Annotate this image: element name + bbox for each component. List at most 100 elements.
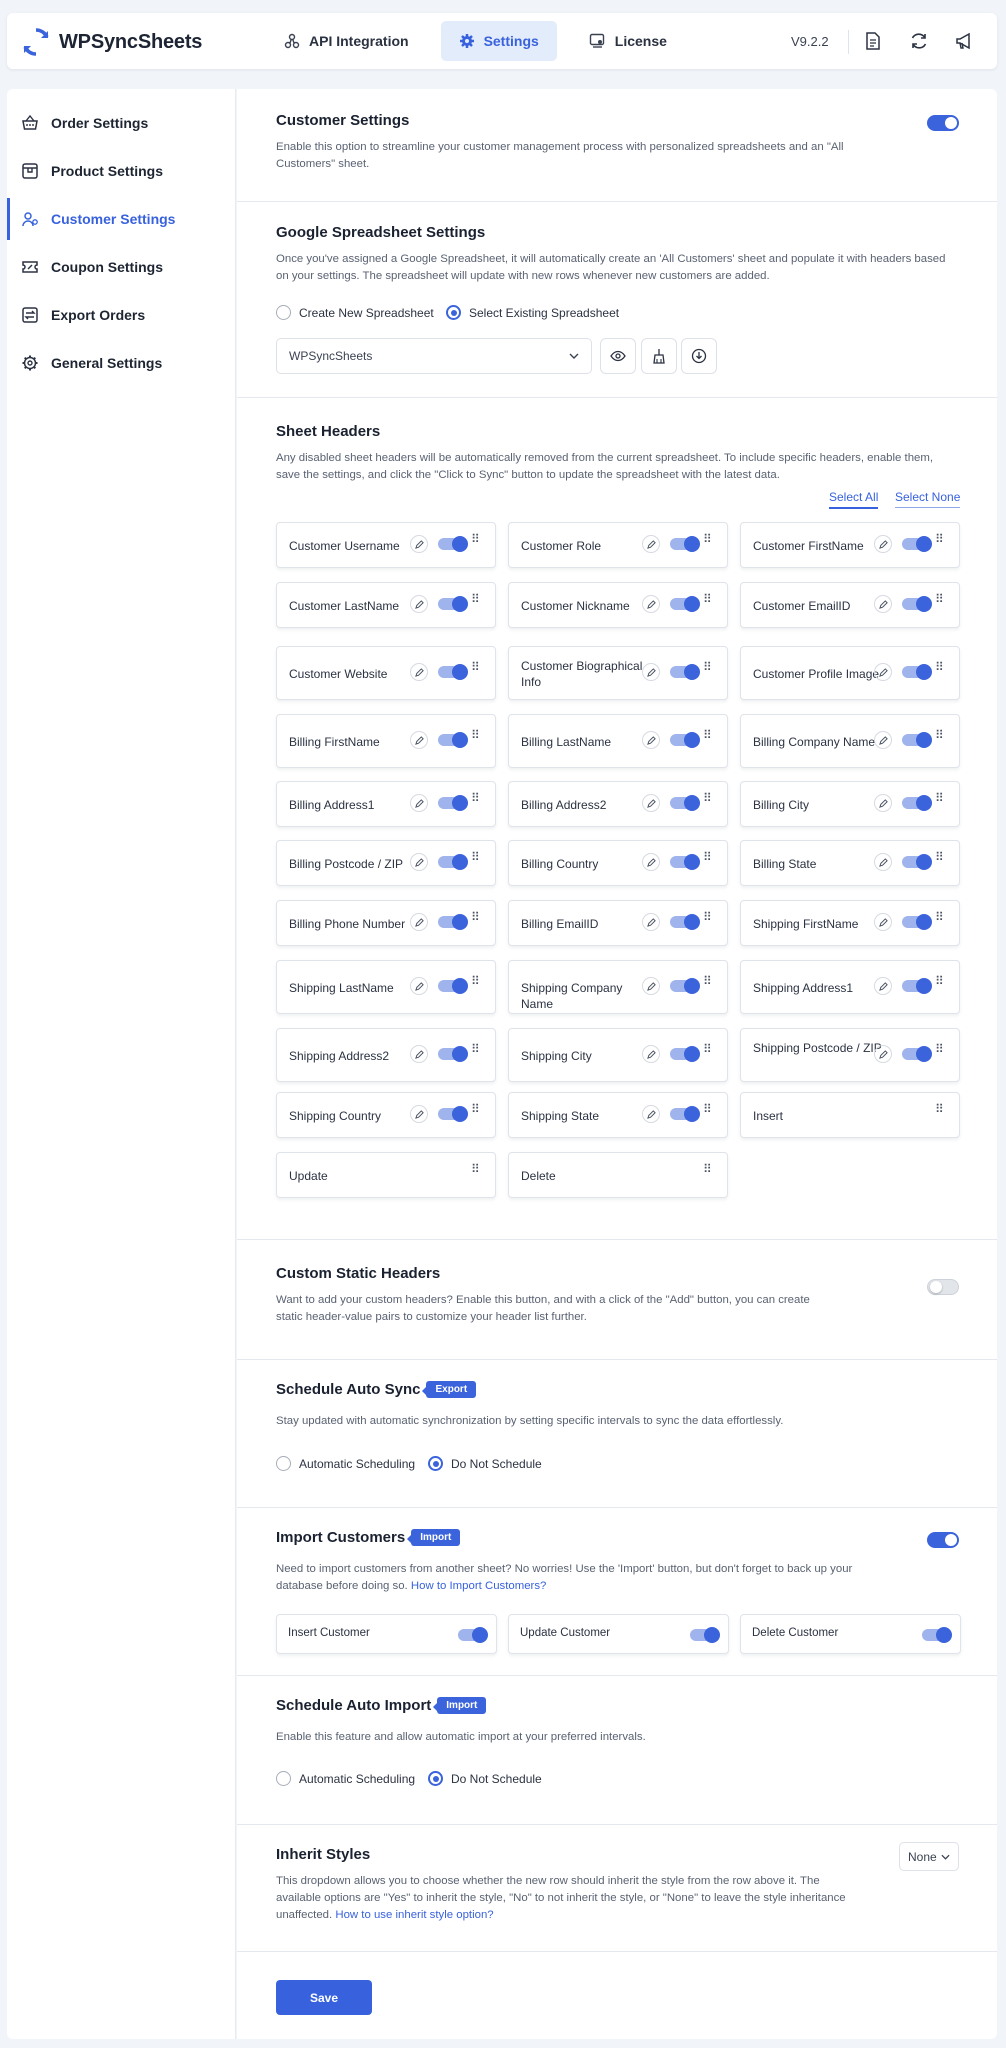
import-customers-toggle[interactable] [927, 1532, 959, 1548]
header-card[interactable]: Shipping Company Name ⠿ [508, 960, 728, 1014]
edit-header-button[interactable] [874, 853, 892, 871]
header-card[interactable]: Shipping Address1 ⠿ [740, 960, 960, 1014]
how-to-import-link[interactable]: How to Import Customers? [411, 1580, 546, 1592]
drag-handle-icon[interactable]: ⠿ [935, 1043, 944, 1055]
header-toggle[interactable] [902, 914, 932, 930]
header-toggle[interactable] [438, 854, 468, 870]
header-card[interactable]: Customer Website ⠿ [276, 646, 496, 700]
edit-header-button[interactable] [410, 1105, 428, 1123]
edit-header-button[interactable] [642, 794, 660, 812]
radio-select-existing-spreadsheet[interactable]: Select Existing Spreadsheet [446, 305, 619, 320]
drag-handle-icon[interactable]: ⠿ [703, 1043, 712, 1055]
header-card[interactable]: Update ⠿ [276, 1152, 496, 1198]
delete-customer-toggle[interactable] [922, 1627, 952, 1643]
drag-handle-icon[interactable]: ⠿ [703, 593, 712, 605]
insert-customer-toggle[interactable] [458, 1627, 488, 1643]
drag-handle-icon[interactable]: ⠿ [703, 911, 712, 923]
header-card[interactable]: Customer FirstName ⠿ [740, 522, 960, 568]
edit-header-button[interactable] [410, 663, 428, 681]
header-toggle[interactable] [902, 732, 932, 748]
nav-settings[interactable]: Settings [440, 21, 557, 61]
drag-handle-icon[interactable]: ⠿ [703, 1163, 712, 1175]
edit-header-button[interactable] [410, 913, 428, 931]
header-toggle[interactable] [902, 536, 932, 552]
radio-automatic-scheduling[interactable]: Automatic Scheduling [276, 1456, 415, 1471]
customer-settings-toggle[interactable] [927, 115, 959, 131]
edit-header-button[interactable] [410, 853, 428, 871]
drag-handle-icon[interactable]: ⠿ [703, 729, 712, 741]
drag-handle-icon[interactable]: ⠿ [935, 1103, 944, 1115]
edit-header-button[interactable] [874, 977, 892, 995]
header-card[interactable]: Insert ⠿ [740, 1092, 960, 1138]
header-card[interactable]: Customer Username ⠿ [276, 522, 496, 568]
header-toggle[interactable] [438, 914, 468, 930]
select-all-link[interactable]: Select All [829, 490, 879, 509]
sidebar-item-export-orders[interactable]: Export Orders [7, 294, 236, 336]
edit-header-button[interactable] [874, 1045, 892, 1063]
header-toggle[interactable] [670, 1106, 700, 1122]
edit-header-button[interactable] [874, 595, 892, 613]
header-toggle[interactable] [438, 1106, 468, 1122]
header-card[interactable]: Customer EmailID ⠿ [740, 582, 960, 628]
drag-handle-icon[interactable]: ⠿ [935, 729, 944, 741]
header-toggle[interactable] [902, 1046, 932, 1062]
edit-header-button[interactable] [642, 1045, 660, 1063]
edit-header-button[interactable] [874, 731, 892, 749]
header-toggle[interactable] [902, 854, 932, 870]
header-toggle[interactable] [670, 732, 700, 748]
header-card[interactable]: Billing City ⠿ [740, 781, 960, 827]
header-toggle[interactable] [670, 596, 700, 612]
drag-handle-icon[interactable]: ⠿ [703, 975, 712, 987]
drag-handle-icon[interactable]: ⠿ [471, 975, 480, 987]
view-spreadsheet-button[interactable] [600, 338, 636, 374]
drag-handle-icon[interactable]: ⠿ [935, 661, 944, 673]
inherit-styles-select[interactable]: None [899, 1842, 959, 1871]
download-spreadsheet-button[interactable] [681, 338, 717, 374]
header-toggle[interactable] [670, 664, 700, 680]
edit-header-button[interactable] [642, 853, 660, 871]
document-icon[interactable] [864, 31, 882, 51]
header-card[interactable]: Shipping Country ⠿ [276, 1092, 496, 1138]
header-card[interactable]: Shipping LastName ⠿ [276, 960, 496, 1014]
edit-header-button[interactable] [410, 731, 428, 749]
drag-handle-icon[interactable]: ⠿ [471, 1043, 480, 1055]
header-card[interactable]: Billing FirstName ⠿ [276, 714, 496, 768]
header-card[interactable]: Billing Postcode / ZIP ⠿ [276, 840, 496, 886]
edit-header-button[interactable] [642, 977, 660, 995]
edit-header-button[interactable] [874, 663, 892, 681]
header-toggle[interactable] [902, 664, 932, 680]
header-card[interactable]: Shipping State ⠿ [508, 1092, 728, 1138]
header-toggle[interactable] [438, 795, 468, 811]
header-card[interactable]: Billing Address2 ⠿ [508, 781, 728, 827]
drag-handle-icon[interactable]: ⠿ [935, 792, 944, 804]
drag-handle-icon[interactable]: ⠿ [935, 911, 944, 923]
update-customer-toggle[interactable] [690, 1627, 720, 1643]
header-toggle[interactable] [438, 732, 468, 748]
sidebar-item-product-settings[interactable]: Product Settings [7, 150, 236, 192]
drag-handle-icon[interactable]: ⠿ [703, 851, 712, 863]
custom-static-headers-toggle[interactable] [927, 1279, 959, 1295]
edit-header-button[interactable] [642, 913, 660, 931]
drag-handle-icon[interactable]: ⠿ [471, 1163, 480, 1175]
drag-handle-icon[interactable]: ⠿ [935, 851, 944, 863]
drag-handle-icon[interactable]: ⠿ [935, 533, 944, 545]
header-toggle[interactable] [438, 1046, 468, 1062]
nav-api-integration[interactable]: API Integration [266, 21, 427, 61]
header-toggle[interactable] [670, 914, 700, 930]
drag-handle-icon[interactable]: ⠿ [471, 661, 480, 673]
edit-header-button[interactable] [642, 731, 660, 749]
header-card[interactable]: Shipping City ⠿ [508, 1028, 728, 1082]
drag-handle-icon[interactable]: ⠿ [935, 593, 944, 605]
header-toggle[interactable] [438, 978, 468, 994]
header-toggle[interactable] [438, 664, 468, 680]
header-card[interactable]: Customer Biographical Info ⠿ [508, 646, 728, 700]
header-card[interactable]: Shipping Postcode / ZIP ⠿ [740, 1028, 960, 1082]
megaphone-icon[interactable] [954, 31, 974, 51]
edit-header-button[interactable] [874, 794, 892, 812]
header-card[interactable]: Billing State ⠿ [740, 840, 960, 886]
drag-handle-icon[interactable]: ⠿ [703, 1103, 712, 1115]
header-card[interactable]: Billing Company Name ⠿ [740, 714, 960, 768]
drag-handle-icon[interactable]: ⠿ [471, 792, 480, 804]
radio-automatic-scheduling[interactable]: Automatic Scheduling [276, 1771, 415, 1786]
drag-handle-icon[interactable]: ⠿ [471, 851, 480, 863]
